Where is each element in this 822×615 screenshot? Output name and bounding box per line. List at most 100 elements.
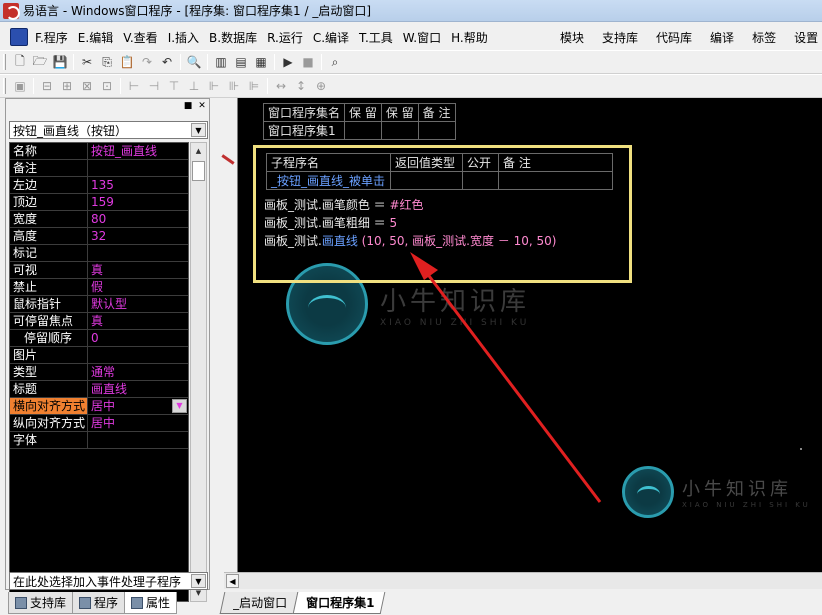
align-left-icon[interactable]: ⊟ (37, 76, 57, 96)
cut-icon[interactable]: ✂ (77, 52, 97, 72)
property-value[interactable]: 按钮_画直线 (88, 143, 188, 159)
scroll-up-icon[interactable]: ▲ (192, 144, 205, 158)
layout-split-icon[interactable]: ▦ (251, 52, 271, 72)
property-value[interactable]: 0 (88, 330, 188, 346)
property-value[interactable] (88, 160, 188, 176)
property-row[interactable]: 宽度 80 (10, 211, 188, 228)
table-cell[interactable] (498, 171, 613, 190)
property-row[interactable]: 停留顺序 0 (10, 330, 188, 347)
property-value[interactable] (88, 432, 188, 448)
menu-run[interactable]: R.运行 (262, 29, 308, 46)
code-line[interactable]: 画板_测试.画笔颜色 ＝ #红色 (264, 196, 424, 213)
property-value[interactable]: 居中 (88, 415, 188, 431)
table-cell[interactable] (380, 121, 419, 140)
space-horizontal-icon[interactable]: ⊩ (204, 76, 224, 96)
property-row[interactable]: 名称 按钮_画直线 (10, 143, 188, 160)
layout-top-icon[interactable]: ▤ (231, 52, 251, 72)
same-size-icon[interactable]: ⊫ (244, 76, 264, 96)
editor-horizontal-scrollbar[interactable]: ◀ (224, 572, 822, 589)
tab-window-assembly[interactable]: 窗口程序集1 (292, 592, 386, 614)
stop-icon[interactable]: ■ (298, 52, 318, 72)
save-icon[interactable]: 💾 (50, 52, 70, 72)
event-selector[interactable]: 在此处选择加入事件处理子程序 ▼ (9, 572, 208, 590)
menu-insert[interactable]: I.插入 (163, 29, 204, 46)
property-value[interactable]: 80 (88, 211, 188, 227)
property-row[interactable]: 标题 画直线 (10, 381, 188, 398)
menu-settings[interactable]: 设置 (794, 29, 818, 46)
chevron-down-icon[interactable]: ▼ (191, 123, 206, 137)
menu-compile-right[interactable]: 编译 (710, 29, 734, 46)
menu-module[interactable]: 模块 (560, 29, 584, 46)
property-value[interactable]: 真 (88, 262, 188, 278)
property-row[interactable]: 禁止假 (10, 279, 188, 296)
property-value[interactable]: 假 (88, 279, 188, 295)
run-icon[interactable]: ▶ (278, 52, 298, 72)
redo-icon[interactable]: ↷ (137, 52, 157, 72)
code-line[interactable]: 画板_测试.画笔粗细 ＝ 5 (264, 214, 397, 231)
align-right-icon[interactable]: ⊠ (77, 76, 97, 96)
table-cell[interactable] (417, 121, 456, 140)
center-horizontal-icon[interactable]: ↔ (271, 76, 291, 96)
find-icon[interactable]: 🔍 (184, 52, 204, 72)
property-row[interactable]: 可停留焦点真 (10, 313, 188, 330)
editor-gutter[interactable] (216, 98, 238, 572)
assembly-name-cell[interactable]: 窗口程序集1 (262, 121, 346, 140)
menu-support-library[interactable]: 支持库 (602, 29, 638, 46)
table-row[interactable]: _按钮_画直线_被单击 (266, 171, 613, 190)
center-both-icon[interactable]: ⊕ (311, 76, 331, 96)
property-row[interactable]: 备注 (10, 160, 188, 177)
undo-icon[interactable]: ↶ (157, 52, 177, 72)
table-row[interactable]: 窗口程序集1 (262, 121, 456, 140)
subroutine-name-cell[interactable]: _按钮_画直线_被单击 (266, 171, 391, 190)
binoculars-icon[interactable]: ⌕ (325, 52, 345, 72)
scroll-left-icon[interactable]: ◀ (226, 574, 239, 588)
new-file-icon[interactable]: 🗋 (10, 52, 30, 72)
property-value[interactable]: 真 (88, 313, 188, 329)
menu-view[interactable]: V.查看 (118, 29, 162, 46)
property-value[interactable] (88, 245, 188, 261)
table-cell[interactable] (344, 121, 382, 140)
property-value[interactable]: 135 (88, 177, 188, 193)
paste-icon[interactable]: 📋 (117, 52, 137, 72)
menu-tags[interactable]: 标签 (752, 29, 776, 46)
property-value[interactable]: 默认型 (88, 296, 188, 312)
open-folder-icon[interactable]: 🗁 (30, 52, 50, 72)
tab-program[interactable]: 程序 (72, 592, 126, 614)
property-row[interactable]: 字体 (10, 432, 188, 449)
property-row[interactable]: 类型 通常 (10, 364, 188, 381)
property-row-selected[interactable]: 横向对齐方式 居中 ▼ (10, 398, 188, 415)
document-menu-icon[interactable] (10, 28, 28, 46)
property-row[interactable]: 图片 (10, 347, 188, 364)
menu-tools[interactable]: T.工具 (354, 29, 398, 46)
property-value[interactable]: 画直线 (88, 381, 188, 397)
menu-compile[interactable]: C.编译 (308, 29, 354, 46)
object-selector[interactable]: 按钮_画直线（按钮） ▼ (9, 121, 208, 139)
menu-edit[interactable]: E.编辑 (73, 29, 118, 46)
chevron-down-icon[interactable]: ▼ (172, 399, 187, 413)
property-value[interactable]: 32 (88, 228, 188, 244)
property-row[interactable]: 左边 135 (10, 177, 188, 194)
panel-close-icon[interactable]: ✕ (197, 101, 207, 111)
property-scrollbar[interactable]: ▲ ▼ (190, 142, 207, 602)
table-cell[interactable] (462, 171, 499, 190)
same-height-icon[interactable]: ⊥ (184, 76, 204, 96)
property-row[interactable]: 高度 32 (10, 228, 188, 245)
panel-restore-icon[interactable]: ■ (183, 101, 193, 111)
center-vertical-icon[interactable]: ↕ (291, 76, 311, 96)
menu-window[interactable]: W.窗口 (398, 29, 446, 46)
code-editor[interactable]: 小牛知识库 XIAO NIU ZHI SHI KU 小牛知识库 XIAO NIU… (238, 98, 822, 572)
align-middle-icon[interactable]: ⊢ (124, 76, 144, 96)
space-vertical-icon[interactable]: ⊪ (224, 76, 244, 96)
property-row[interactable]: 鼠标指针 默认型 (10, 296, 188, 313)
code-line[interactable]: 画板_测试.画直线 (10, 50, 画板_测试.宽度 － 10, 50) (264, 232, 556, 249)
copy-icon[interactable]: ⎘ (97, 52, 117, 72)
property-row[interactable]: 顶边 159 (10, 194, 188, 211)
layout-left-icon[interactable]: ▥ (211, 52, 231, 72)
align-center-icon[interactable]: ⊞ (57, 76, 77, 96)
property-row[interactable]: 标记 (10, 245, 188, 262)
table-cell[interactable] (390, 171, 463, 190)
property-row[interactable]: 可视真 (10, 262, 188, 279)
menu-database[interactable]: B.数据库 (204, 29, 262, 46)
property-value[interactable]: 通常 (88, 364, 188, 380)
property-value[interactable] (88, 347, 188, 363)
